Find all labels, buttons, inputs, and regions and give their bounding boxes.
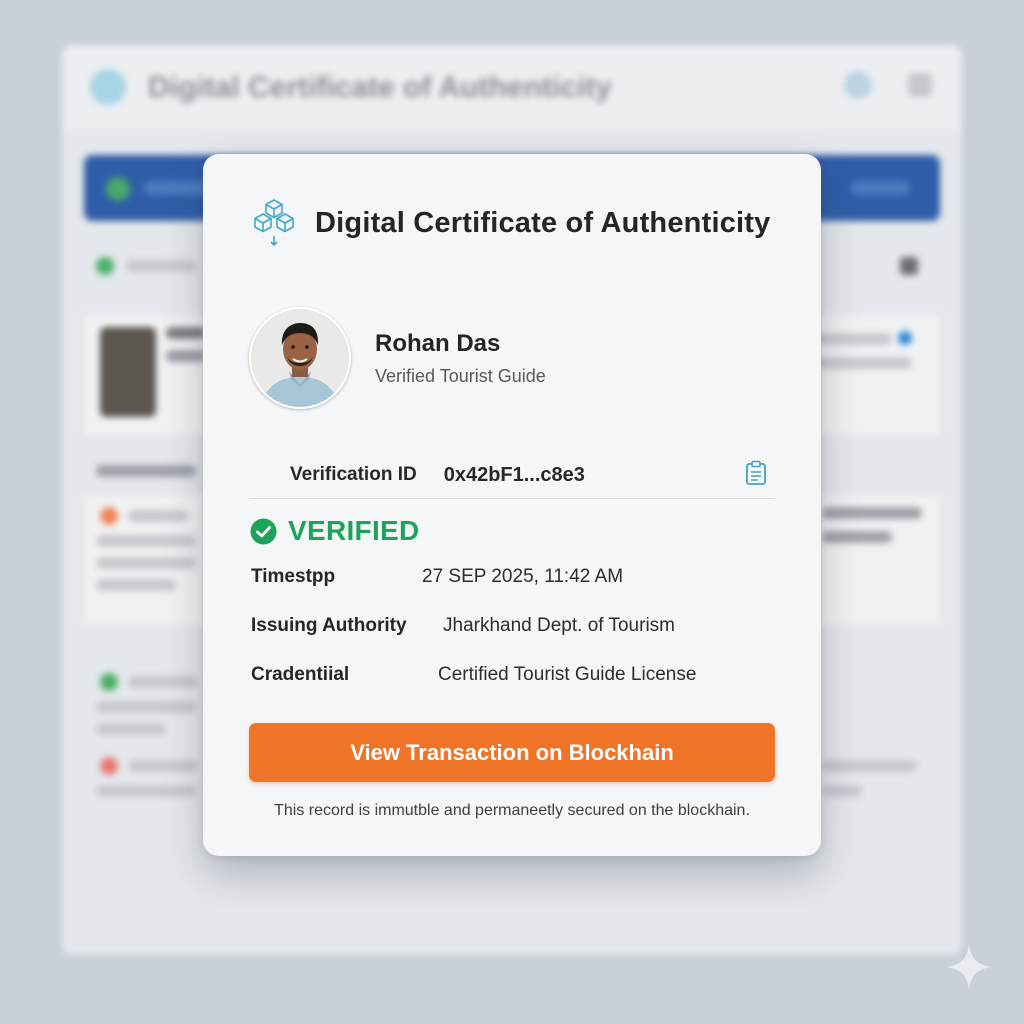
verified-status-text: VERIFIED <box>288 515 420 546</box>
profile-role: Verified Tourist Guide <box>375 365 546 386</box>
clipboard-icon[interactable] <box>745 460 767 486</box>
detail-value: Certified Tourist Guide License <box>438 664 697 685</box>
profile-text: Rohan Das Verified Tourist Guide <box>375 330 546 387</box>
profile-name: Rohan Das <box>375 329 501 357</box>
verified-status: VERIFIED <box>250 515 420 547</box>
profile-section: Rohan Das Verified Tourist Guide <box>249 307 546 409</box>
detail-label: Cradentiial <box>251 664 350 685</box>
dialog-title: Digital Certificate of Authenticity <box>315 206 771 239</box>
verification-id-value: 0x42bF1...c8e3 <box>443 463 585 486</box>
detail-label: Timestpp <box>251 566 336 587</box>
background-menu-icon <box>908 73 932 97</box>
check-circle-icon <box>250 518 277 544</box>
background-app-title: Digital Certificate of Authenticity <box>148 71 612 104</box>
certificate-dialog: Digital Certificate of Authenticity Roha… <box>203 154 821 856</box>
background-header: Digital Certificate of Authenticity <box>62 45 962 130</box>
verification-id-row: Verification ID 0x42bF1...c8e3 <box>249 452 775 499</box>
verification-id-label: Verification ID <box>290 464 417 485</box>
detail-value: 27 SEP 2025, 11:42 AM <box>422 566 624 587</box>
sparkle-icon <box>946 944 992 990</box>
avatar <box>249 307 351 409</box>
view-transaction-button[interactable]: View Transaction on Blockhain <box>249 723 775 782</box>
immutability-footnote: This record is immutble and permaneetly … <box>274 802 750 819</box>
dialog-header: Digital Certificate of Authenticity <box>251 198 770 248</box>
detail-value: Jharkhand Dept. of Tourism <box>443 615 675 636</box>
blockchain-cubes-icon <box>254 199 294 246</box>
detail-label: Issuing Authority <box>251 615 407 636</box>
background-logo-icon <box>90 69 126 105</box>
background-help-icon <box>844 71 872 99</box>
